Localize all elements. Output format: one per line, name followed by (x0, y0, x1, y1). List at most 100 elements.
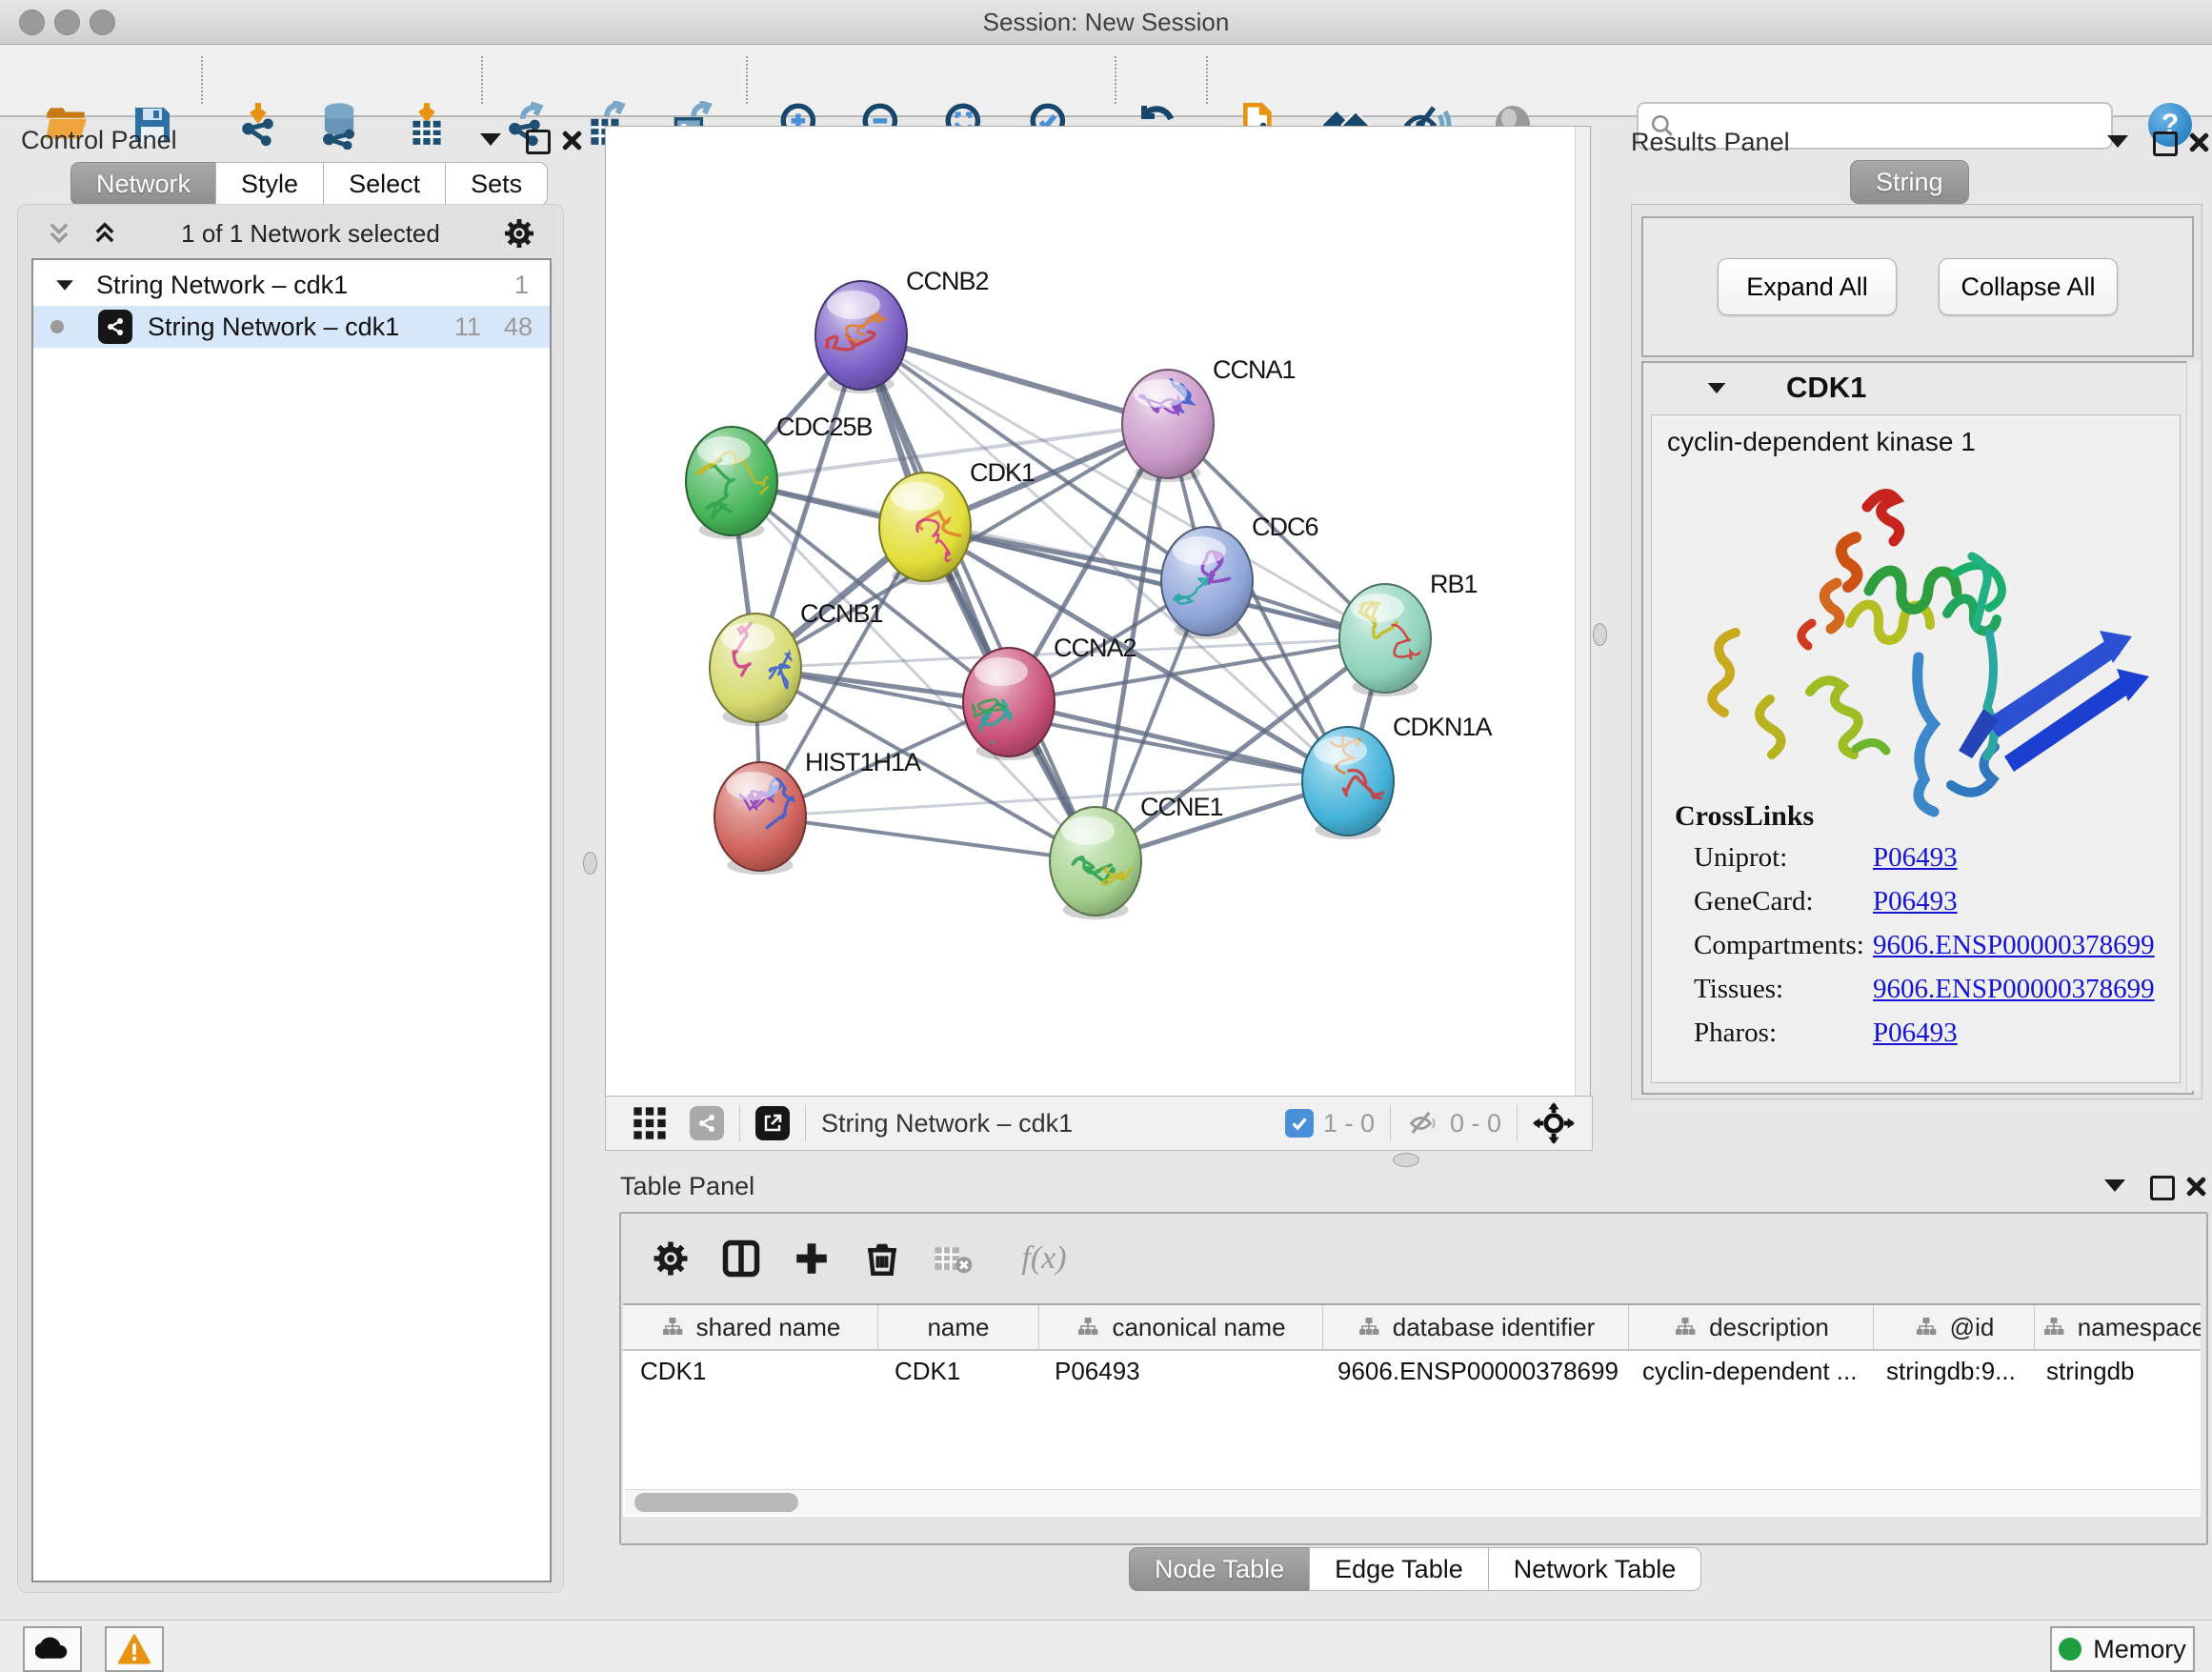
tab-edge-table[interactable]: Edge Table (1309, 1547, 1489, 1591)
expand-all-button[interactable]: Expand All (1718, 258, 1897, 315)
crosslink-link[interactable]: 9606.ENSP00000378699 (1873, 930, 2155, 961)
network-collection-row[interactable]: String Network – cdk1 1 (33, 264, 550, 306)
section-expander-icon[interactable] (1708, 382, 1726, 393)
birds-eye-grid-icon[interactable] (631, 1104, 669, 1142)
column-header-shared-name[interactable]: shared name (623, 1305, 878, 1349)
panel-close-icon[interactable] (2187, 131, 2210, 153)
warnings-button[interactable] (105, 1626, 164, 1672)
hidden-eye-slash-icon[interactable] (1406, 1109, 1440, 1138)
panel-float-icon[interactable] (2150, 1176, 2175, 1200)
memory-button[interactable]: Memory (2050, 1626, 2195, 1672)
network-row-selected[interactable]: String Network – cdk1 11 48 (33, 306, 550, 348)
edge-HIST1H1A-CCNE1[interactable] (760, 816, 1096, 861)
column-header-@id[interactable]: @id (1874, 1305, 2035, 1349)
panel-menu-icon[interactable] (2107, 135, 2128, 148)
network-canvas[interactable]: CCNB2CCNA1CDC25BCDK1CDC6RB1CCNB1CCNA2CDK… (605, 126, 1591, 1097)
column-label: database identifier (1393, 1313, 1595, 1342)
expand-all-chevrons-icon[interactable] (90, 220, 119, 247)
node-CDKN1A[interactable]: CDKN1A (1302, 713, 1493, 839)
node-CCNB2[interactable]: CCNB2 (791, 267, 989, 393)
trash-icon (862, 1239, 902, 1279)
node-table: shared namename canonical name database id… (623, 1303, 2201, 1517)
node-CDC6[interactable]: CDC6 (1161, 513, 1318, 639)
cell-name[interactable]: CDK1 (877, 1351, 1037, 1391)
crosslinks-title: CrossLinks (1675, 800, 1814, 833)
selected-checkbox-icon[interactable] (1285, 1109, 1314, 1138)
panel-float-icon[interactable] (2153, 131, 2178, 156)
edge-CCNB2-CCNE1[interactable] (861, 335, 1096, 861)
column-header-name[interactable]: name (878, 1305, 1039, 1349)
panel-float-icon[interactable] (526, 130, 551, 154)
network-options-gear-icon[interactable] (502, 216, 536, 251)
cell-@id[interactable]: stringdb:9... (1869, 1351, 2029, 1391)
tab-select[interactable]: Select (323, 162, 446, 206)
gene-details: cyclin-dependent kinase 1 (1651, 414, 2181, 1083)
hidden-counts: 0 - 0 (1450, 1109, 1501, 1138)
clear-table-button[interactable] (924, 1230, 981, 1287)
gene-description: cyclin-dependent kinase 1 (1667, 427, 1976, 457)
show-columns-button[interactable] (713, 1230, 770, 1287)
node-table-container: f(x) shared namename canonical name databa… (619, 1212, 2208, 1545)
open-in-browser-icon[interactable] (755, 1106, 790, 1140)
panel-close-icon[interactable] (2184, 1175, 2207, 1198)
crosslink-link[interactable]: P06493 (1873, 1017, 1958, 1049)
tab-sets[interactable]: Sets (445, 162, 548, 206)
network-graph[interactable]: CCNB2CCNA1CDC25BCDK1CDC6RB1CCNB1CCNA2CDK… (606, 127, 1575, 1094)
canvas-vertical-scrollbar[interactable] (1575, 127, 1590, 1096)
column-header-database-identifier[interactable]: database identifier (1323, 1305, 1629, 1349)
column-header-namespace[interactable]: namespace (2035, 1305, 2201, 1349)
table-options-button[interactable] (642, 1230, 699, 1287)
table-row[interactable]: CDK1CDK1P064939606.ENSP00000378699cyclin… (623, 1351, 2201, 1391)
tree-expander-icon[interactable] (56, 280, 73, 290)
node-CCNE1[interactable]: CCNE1 (1050, 793, 1223, 919)
horizontal-splitter-handle[interactable] (1393, 1153, 1419, 1167)
scrollbar-thumb[interactable] (634, 1493, 798, 1512)
edge-CCNB2-CCNA1[interactable] (861, 335, 1168, 424)
gene-section-header[interactable]: CDK1 (1643, 363, 2192, 413)
panel-menu-icon[interactable] (2104, 1179, 2125, 1192)
crosslink-link[interactable]: P06493 (1873, 842, 1958, 874)
cell-shared-name[interactable]: CDK1 (623, 1351, 877, 1391)
cloud-status-button[interactable] (23, 1626, 82, 1672)
create-column-button[interactable] (783, 1230, 840, 1287)
node-HIST1H1A[interactable]: HIST1H1A (714, 748, 921, 875)
cell-database-identifier[interactable]: 9606.ENSP00000378699 (1320, 1351, 1625, 1391)
delete-column-button[interactable] (854, 1230, 911, 1287)
crosslink-link[interactable]: 9606.ENSP00000378699 (1873, 974, 2155, 1005)
column-header-description[interactable]: description (1629, 1305, 1874, 1349)
cell-description[interactable]: cyclin-dependent ... (1625, 1351, 1869, 1391)
node-RB1[interactable]: RB1 (1339, 570, 1478, 696)
edge-CCNA2-CDKN1A[interactable] (1009, 702, 1348, 781)
toolbar-separator (805, 1105, 806, 1141)
gene-name: CDK1 (1786, 371, 1866, 405)
node-CDK1[interactable]: CDK1 (879, 458, 1035, 585)
tab-string[interactable]: String (1850, 160, 1969, 204)
tab-network-table[interactable]: Network Table (1488, 1547, 1702, 1591)
collapse-all-chevrons-icon[interactable] (45, 220, 73, 247)
results-vertical-scrollbar[interactable] (2186, 361, 2200, 1091)
crosslink-row: Tissues:9606.ENSP00000378699 (1694, 974, 2170, 1005)
panel-close-icon[interactable] (560, 129, 583, 151)
table-horizontal-scrollbar[interactable] (625, 1489, 2201, 1515)
crosslink-label: GeneCard: (1694, 886, 1814, 917)
vertical-splitter-handle[interactable] (583, 852, 597, 875)
cell-canonical-name[interactable]: P06493 (1037, 1351, 1320, 1391)
column-header-canonical-name[interactable]: canonical name (1039, 1305, 1323, 1349)
node-CCNA1[interactable]: CCNA1 (1122, 342, 1296, 482)
function-builder-button[interactable]: f(x) (998, 1230, 1090, 1287)
column-label: canonical name (1112, 1313, 1285, 1342)
panel-menu-icon[interactable] (480, 133, 501, 146)
vertical-splitter-handle[interactable] (1593, 623, 1607, 646)
network-overview-icon[interactable] (690, 1106, 724, 1140)
fx-label: f(x) (1021, 1240, 1066, 1277)
fit-content-crosshair-icon[interactable] (1533, 1102, 1575, 1144)
crosslink-link[interactable]: P06493 (1873, 886, 1958, 917)
network-tab-content: 1 of 1 Network selected String Network –… (17, 204, 564, 1593)
tab-network[interactable]: Network (70, 162, 216, 206)
tab-style[interactable]: Style (215, 162, 324, 206)
collapse-all-button[interactable]: Collapse All (1939, 258, 2118, 315)
tab-node-table[interactable]: Node Table (1129, 1547, 1310, 1591)
cell-namespace[interactable]: stringdb (2029, 1351, 2201, 1391)
network-status-dot (50, 320, 64, 333)
crosslink-row: GeneCard: P06493 (1694, 886, 2170, 917)
